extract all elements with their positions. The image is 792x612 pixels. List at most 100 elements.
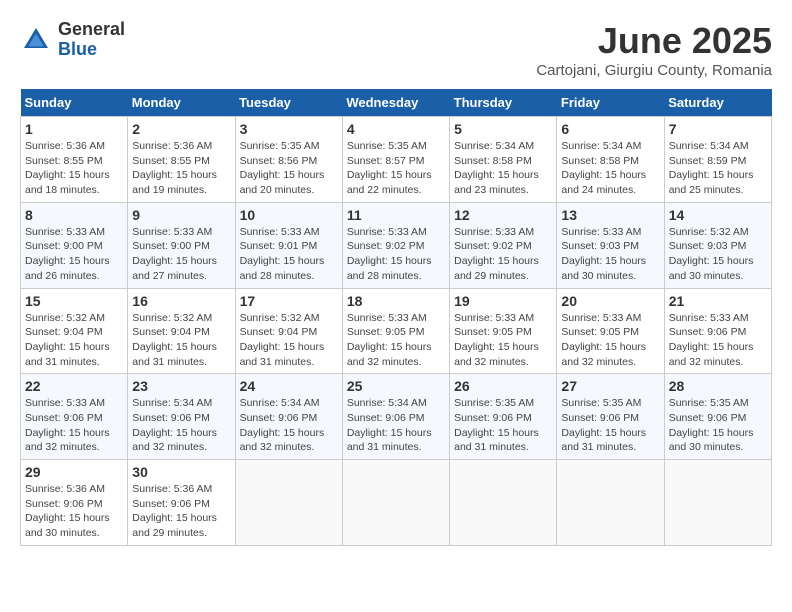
day-info: Sunrise: 5:33 AMSunset: 9:03 PMDaylight:… [561,225,659,284]
calendar-cell: 5 Sunrise: 5:34 AMSunset: 8:58 PMDaylight… [450,117,557,203]
calendar-cell [557,460,664,546]
day-info: Sunrise: 5:34 AMSunset: 9:06 PMDaylight:… [132,396,230,455]
calendar-cell: 30Sunrise: 5:36 AMSunset: 9:06 PMDayligh… [128,460,235,546]
day-number: 12 [454,207,552,223]
day-info: Sunrise: 5:32 AMSunset: 9:03 PMDaylight:… [669,225,767,284]
day-info: Sunrise: 5:36 AMSunset: 8:55 PMDaylight:… [25,139,123,198]
calendar-week-row: 22Sunrise: 5:33 AMSunset: 9:06 PMDayligh… [21,374,772,460]
day-info: Sunrise: 5:35 AMSunset: 9:06 PMDaylight:… [454,396,552,455]
calendar-cell: 21 Sunrise: 5:33 AMSunset: 9:06 PMDayligh… [664,288,771,374]
calendar-cell: 8Sunrise: 5:33 AMSunset: 9:00 PMDaylight… [21,202,128,288]
location-title: Cartojani, Giurgiu County, Romania [536,62,772,79]
day-info: Sunrise: 5:33 AMSunset: 9:06 PMDaylight:… [669,311,767,370]
calendar-cell: 15 Sunrise: 5:32 AMSunset: 9:04 PMDayligh… [21,288,128,374]
calendar-cell: 14 Sunrise: 5:32 AMSunset: 9:03 PMDayligh… [664,202,771,288]
day-info: Sunrise: 5:33 AMSunset: 9:01 PMDaylight:… [240,225,338,284]
day-number: 6 [561,121,659,137]
day-info: Sunrise: 5:33 AMSunset: 9:02 PMDaylight:… [347,225,445,284]
day-number: 16 [132,293,230,309]
title-section: June 2025 Cartojani, Giurgiu County, Rom… [536,20,772,79]
day-number: 18 [347,293,445,309]
calendar-week-row: 8Sunrise: 5:33 AMSunset: 9:00 PMDaylight… [21,202,772,288]
weekday-header-thursday: Thursday [450,89,557,117]
day-number: 19 [454,293,552,309]
calendar-cell [664,460,771,546]
day-number: 17 [240,293,338,309]
day-number: 10 [240,207,338,223]
day-info: Sunrise: 5:33 AMSunset: 9:02 PMDaylight:… [454,225,552,284]
day-info: Sunrise: 5:34 AMSunset: 8:59 PMDaylight:… [669,139,767,198]
calendar-cell: 10 Sunrise: 5:33 AMSunset: 9:01 PMDayligh… [235,202,342,288]
day-number: 24 [240,378,338,394]
day-number: 21 [669,293,767,309]
calendar-cell: 20Sunrise: 5:33 AMSunset: 9:05 PMDayligh… [557,288,664,374]
calendar-cell: 16 Sunrise: 5:32 AMSunset: 9:04 PMDayligh… [128,288,235,374]
logo-blue-text: Blue [58,40,125,60]
weekday-header-tuesday: Tuesday [235,89,342,117]
calendar-cell [450,460,557,546]
weekday-header-friday: Friday [557,89,664,117]
calendar-cell: 29 Sunrise: 5:36 AMSunset: 9:06 PMDayligh… [21,460,128,546]
calendar-cell: 9 Sunrise: 5:33 AMSunset: 9:00 PMDaylight… [128,202,235,288]
logo-text: General Blue [58,20,125,60]
logo-icon [20,24,52,56]
calendar-cell: 1Sunrise: 5:36 AMSunset: 8:55 PMDaylight… [21,117,128,203]
day-info: Sunrise: 5:34 AMSunset: 8:58 PMDaylight:… [561,139,659,198]
day-info: Sunrise: 5:35 AMSunset: 8:56 PMDaylight:… [240,139,338,198]
calendar-cell: 22Sunrise: 5:33 AMSunset: 9:06 PMDayligh… [21,374,128,460]
logo-general-text: General [58,20,125,40]
day-number: 3 [240,121,338,137]
weekday-header-sunday: Sunday [21,89,128,117]
day-number: 26 [454,378,552,394]
calendar-cell [235,460,342,546]
day-info: Sunrise: 5:34 AMSunset: 9:06 PMDaylight:… [347,396,445,455]
day-info: Sunrise: 5:36 AMSunset: 8:55 PMDaylight:… [132,139,230,198]
weekday-header-monday: Monday [128,89,235,117]
day-info: Sunrise: 5:35 AMSunset: 9:06 PMDaylight:… [561,396,659,455]
weekday-header-wednesday: Wednesday [342,89,449,117]
day-number: 9 [132,207,230,223]
calendar-cell: 4Sunrise: 5:35 AMSunset: 8:57 PMDaylight… [342,117,449,203]
day-number: 11 [347,207,445,223]
calendar-cell: 25 Sunrise: 5:34 AMSunset: 9:06 PMDayligh… [342,374,449,460]
day-info: Sunrise: 5:32 AMSunset: 9:04 PMDaylight:… [240,311,338,370]
calendar-cell: 28Sunrise: 5:35 AMSunset: 9:06 PMDayligh… [664,374,771,460]
day-info: Sunrise: 5:32 AMSunset: 9:04 PMDaylight:… [132,311,230,370]
day-info: Sunrise: 5:35 AMSunset: 8:57 PMDaylight:… [347,139,445,198]
calendar-cell: 19 Sunrise: 5:33 AMSunset: 9:05 PMDayligh… [450,288,557,374]
calendar-cell: 27 Sunrise: 5:35 AMSunset: 9:06 PMDayligh… [557,374,664,460]
day-number: 29 [25,464,123,480]
calendar-week-row: 29 Sunrise: 5:36 AMSunset: 9:06 PMDayligh… [21,460,772,546]
calendar-cell: 2 Sunrise: 5:36 AMSunset: 8:55 PMDaylight… [128,117,235,203]
calendar-week-row: 15 Sunrise: 5:32 AMSunset: 9:04 PMDayligh… [21,288,772,374]
calendar-cell: 13Sunrise: 5:33 AMSunset: 9:03 PMDayligh… [557,202,664,288]
day-info: Sunrise: 5:36 AMSunset: 9:06 PMDaylight:… [25,482,123,541]
weekday-header-saturday: Saturday [664,89,771,117]
day-number: 25 [347,378,445,394]
weekday-header-row: SundayMondayTuesdayWednesdayThursdayFrid… [21,89,772,117]
day-number: 14 [669,207,767,223]
day-number: 28 [669,378,767,394]
header: General Blue June 2025 Cartojani, Giurgi… [20,20,772,79]
day-number: 30 [132,464,230,480]
calendar-cell: 3 Sunrise: 5:35 AMSunset: 8:56 PMDaylight… [235,117,342,203]
calendar-cell: 7 Sunrise: 5:34 AMSunset: 8:59 PMDaylight… [664,117,771,203]
calendar-cell: 23 Sunrise: 5:34 AMSunset: 9:06 PMDayligh… [128,374,235,460]
calendar-cell: 11 Sunrise: 5:33 AMSunset: 9:02 PMDayligh… [342,202,449,288]
day-info: Sunrise: 5:33 AMSunset: 9:00 PMDaylight:… [25,225,123,284]
day-number: 20 [561,293,659,309]
calendar-week-row: 1Sunrise: 5:36 AMSunset: 8:55 PMDaylight… [21,117,772,203]
day-info: Sunrise: 5:33 AMSunset: 9:00 PMDaylight:… [132,225,230,284]
logo: General Blue [20,20,125,60]
day-info: Sunrise: 5:34 AMSunset: 8:58 PMDaylight:… [454,139,552,198]
day-info: Sunrise: 5:33 AMSunset: 9:05 PMDaylight:… [454,311,552,370]
day-number: 5 [454,121,552,137]
day-number: 23 [132,378,230,394]
day-number: 7 [669,121,767,137]
day-number: 2 [132,121,230,137]
day-info: Sunrise: 5:33 AMSunset: 9:05 PMDaylight:… [347,311,445,370]
calendar-cell [342,460,449,546]
day-number: 27 [561,378,659,394]
day-info: Sunrise: 5:32 AMSunset: 9:04 PMDaylight:… [25,311,123,370]
day-number: 15 [25,293,123,309]
